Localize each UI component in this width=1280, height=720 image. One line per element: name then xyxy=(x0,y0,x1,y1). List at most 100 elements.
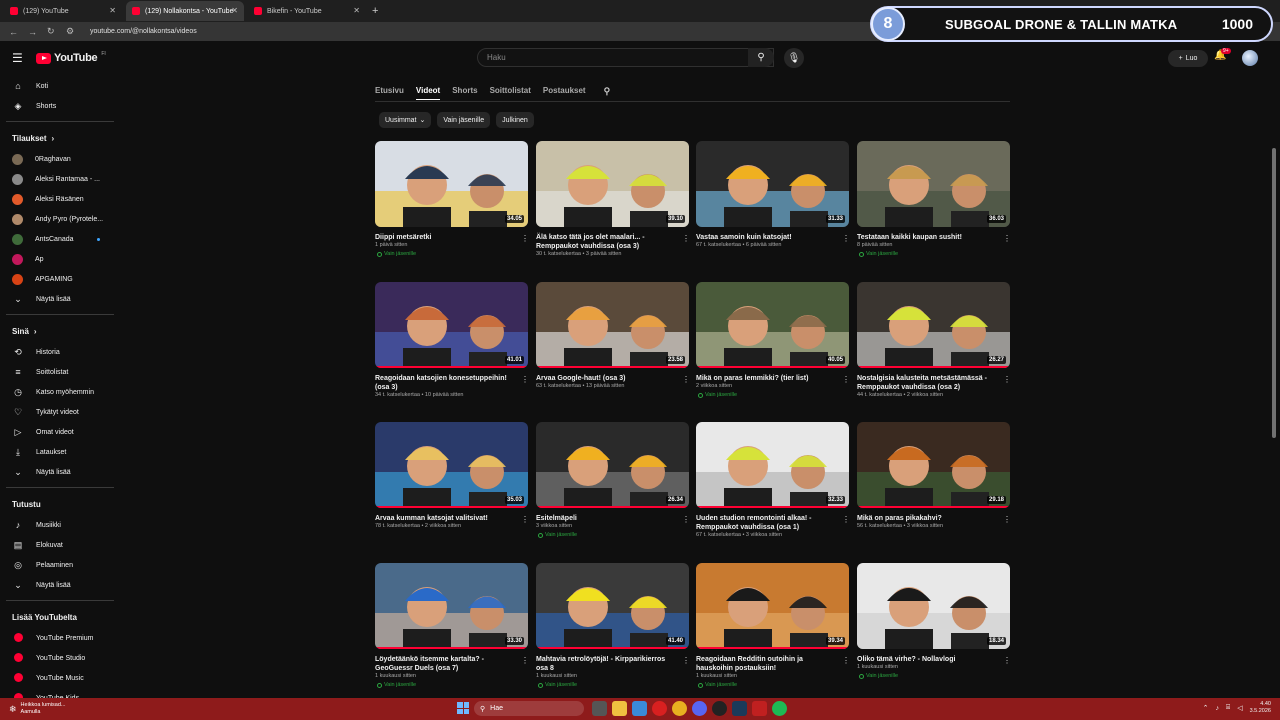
plus-icon[interactable]: + xyxy=(372,5,378,17)
video-title[interactable]: Mikä on paras pikakahvi? xyxy=(857,514,999,523)
sidebar-item-chevron-down[interactable]: ⌄ Näytä lisää xyxy=(0,462,120,482)
close-icon[interactable]: ✕ xyxy=(353,6,360,15)
more-vert-icon[interactable]: ⋮ xyxy=(1003,375,1011,384)
more-vert-icon[interactable]: ⋮ xyxy=(1003,234,1011,243)
more-vert-icon[interactable]: ⋮ xyxy=(842,656,850,665)
sidebar-item-channel[interactable]: Aleksi Räsänen xyxy=(0,189,120,209)
steam-icon[interactable] xyxy=(732,701,747,716)
more-vert-icon[interactable]: ⋮ xyxy=(682,515,690,524)
video-title[interactable]: Uuden studion remontointi alkaa! - Rempp… xyxy=(696,514,838,532)
file-explorer-icon[interactable] xyxy=(612,701,627,716)
video-card[interactable]: 33.30 Löydetäänkö itsemme kartalta? - Ge… xyxy=(375,563,529,697)
chevron-up-icon[interactable]: ⌃ xyxy=(1203,704,1209,712)
video-thumbnail[interactable]: 33.30 xyxy=(375,563,528,649)
voice-search-button[interactable]: 🎙 xyxy=(784,48,804,68)
chip-0[interactable]: Uusimmat ⌄ xyxy=(379,112,432,128)
video-card[interactable]: 32.33 Uuden studion remontointi alkaa! -… xyxy=(696,422,850,556)
sidebar-item-gaming[interactable]: ◎ Pelaaminen xyxy=(0,555,120,575)
video-thumbnail[interactable]: 23.58 xyxy=(536,282,689,368)
video-card[interactable]: 34.05 Diippi metsäretki ⋮ 1 päivä sitten… xyxy=(375,141,529,275)
video-card[interactable]: 41.01 Reagoidaan katsojien konesetuppeih… xyxy=(375,282,529,416)
video-thumbnail[interactable]: 31.33 xyxy=(696,141,849,227)
close-icon[interactable]: ✕ xyxy=(109,6,116,15)
video-thumbnail[interactable]: 26.27 xyxy=(857,282,1010,368)
video-card[interactable]: 39.10 Älä katso tätä jos olet maalari...… xyxy=(536,141,690,275)
scrollbar[interactable] xyxy=(1272,148,1276,438)
video-thumbnail[interactable]: 29.18 xyxy=(857,422,1010,508)
sidebar-item-movies[interactable]: ▤ Elokuvat xyxy=(0,535,120,555)
video-card[interactable]: 39.34 Reagoidaan Redditin outoihin ja ha… xyxy=(696,563,850,697)
chip-1[interactable]: Vain jäsenille xyxy=(437,112,491,128)
browser-tab[interactable]: (129) YouTube ✕ xyxy=(4,1,122,21)
weather-widget[interactable]: ❄ Heikkoa lumisad... Aamulla xyxy=(9,702,65,716)
tab-soittolistat[interactable]: Soittolistat xyxy=(490,86,531,100)
video-card[interactable]: 31.33 Vastaa samoin kuin katsojat! ⋮ 67 … xyxy=(696,141,850,275)
video-title[interactable]: Testataan kaikki kaupan sushit! xyxy=(857,233,999,242)
opera-icon[interactable] xyxy=(652,701,667,716)
browser-tab[interactable]: Bikefin - YouTube ✕ xyxy=(248,1,366,21)
sidebar-item-history[interactable]: ⟲ Historia xyxy=(0,342,120,362)
video-title[interactable]: Vastaa samoin kuin katsojat! xyxy=(696,233,838,242)
sidebar-item-channel[interactable]: APGAMING xyxy=(0,269,120,289)
sidebar-item-your-videos[interactable]: ▷ Omat videot xyxy=(0,422,120,442)
sidebar-item-channel[interactable]: AntsCanada xyxy=(0,229,120,249)
sidebar-item-like[interactable]: ♡ Tykätyt videot xyxy=(0,402,120,422)
sidebar-item-youtube-studio[interactable]: YouTube Studio xyxy=(0,648,120,668)
network-icon[interactable]: ⌸ xyxy=(1226,704,1230,712)
video-title[interactable]: Reagoidaan katsojien konesetuppeihin! (o… xyxy=(375,374,517,392)
video-title[interactable]: Diippi metsäretki xyxy=(375,233,517,242)
video-card[interactable]: 41.40 Mahtavia retrolöytöjä! - Kirpparik… xyxy=(536,563,690,697)
url-field[interactable]: youtube.com/@nollakontsa/videos xyxy=(90,28,197,35)
sidebar-item-download[interactable]: ⤓ Lataukset xyxy=(0,442,120,462)
spotify-icon[interactable] xyxy=(772,701,787,716)
sidebar-section-subscriptions[interactable]: Tilaukset › xyxy=(12,127,120,149)
volume-icon[interactable]: ◁ xyxy=(1237,704,1242,712)
windows-start-icon[interactable] xyxy=(457,702,469,714)
video-card[interactable]: 36.03 Testataan kaikki kaupan sushit! ⋮ … xyxy=(857,141,1011,275)
video-title[interactable]: Reagoidaan Redditin outoihin ja hauskoih… xyxy=(696,655,838,673)
obs-icon[interactable] xyxy=(712,701,727,716)
more-vert-icon[interactable]: ⋮ xyxy=(521,515,529,524)
back-arrow-icon[interactable]: ← xyxy=(9,27,19,37)
speaker-icon[interactable]: ♪ xyxy=(1215,705,1219,712)
video-title[interactable]: Mikä on paras lemmikki? (tier list) xyxy=(696,374,838,383)
video-thumbnail[interactable]: 41.40 xyxy=(536,563,689,649)
video-thumbnail[interactable]: 39.10 xyxy=(536,141,689,227)
taskbar-search[interactable]: ⚲ Hae xyxy=(474,701,584,716)
create-button[interactable]: + Luo xyxy=(1168,50,1208,67)
close-icon[interactable]: ✕ xyxy=(231,6,238,15)
forward-arrow-icon[interactable]: → xyxy=(28,27,38,37)
video-card[interactable]: 26.27 Nostalgisia kalusteita metsästämäs… xyxy=(857,282,1011,416)
sidebar-item-playlist[interactable]: ≡ Soittolistat xyxy=(0,362,120,382)
sidebar-item-youtube-premium[interactable]: YouTube Premium xyxy=(0,628,120,648)
more-vert-icon[interactable]: ⋮ xyxy=(682,656,690,665)
more-vert-icon[interactable]: ⋮ xyxy=(521,656,529,665)
more-vert-icon[interactable]: ⋮ xyxy=(842,234,850,243)
more-vert-icon[interactable]: ⋮ xyxy=(521,375,529,384)
youtube-logo[interactable]: YouTube FI xyxy=(36,51,106,64)
tab-videot[interactable]: Videot xyxy=(415,86,441,100)
reload-icon[interactable]: ↻ xyxy=(47,26,57,37)
site-info-icon[interactable]: ⚙ xyxy=(66,26,76,37)
video-thumbnail[interactable]: 18.34 xyxy=(857,563,1010,649)
avatar[interactable] xyxy=(1242,50,1258,66)
video-thumbnail[interactable]: 32.33 xyxy=(696,422,849,508)
sidebar-item-channel[interactable]: Aleksi Rantamaa - ... xyxy=(0,169,120,189)
sidebar-item-shorts[interactable]: ◈ Shorts xyxy=(0,96,120,116)
video-card[interactable]: 23.58 Arvaa Google-haut! (osa 3) ⋮ 63 t.… xyxy=(536,282,690,416)
sidebar-item-channel[interactable]: Ap xyxy=(0,249,120,269)
video-card[interactable]: 40.05 Mikä on paras lemmikki? (tier list… xyxy=(696,282,850,416)
video-card[interactable]: 18.34 Oliko tämä virhe? - Nollavlogi ⋮ 1… xyxy=(857,563,1011,697)
video-title[interactable]: Nostalgisia kalusteita metsästämässä - R… xyxy=(857,374,999,392)
search-button[interactable]: ⚲ xyxy=(748,48,774,67)
tab-shorts[interactable]: Shorts xyxy=(452,86,477,100)
menu-icon[interactable]: ☰ xyxy=(12,51,26,65)
video-title[interactable]: Älä katso tätä jos olet maalari... - Rem… xyxy=(536,233,678,251)
sidebar-item-youtube-music[interactable]: YouTube Music xyxy=(0,668,120,688)
chrome-icon[interactable] xyxy=(672,701,687,716)
tab-postaukset[interactable]: Postaukset xyxy=(543,86,586,100)
search-icon[interactable]: ⚲ xyxy=(604,86,611,100)
search-input[interactable] xyxy=(478,53,718,62)
video-title[interactable]: Löydetäänkö itsemme kartalta? - GeoGuess… xyxy=(375,655,517,673)
video-thumbnail[interactable]: 36.03 xyxy=(857,141,1010,227)
